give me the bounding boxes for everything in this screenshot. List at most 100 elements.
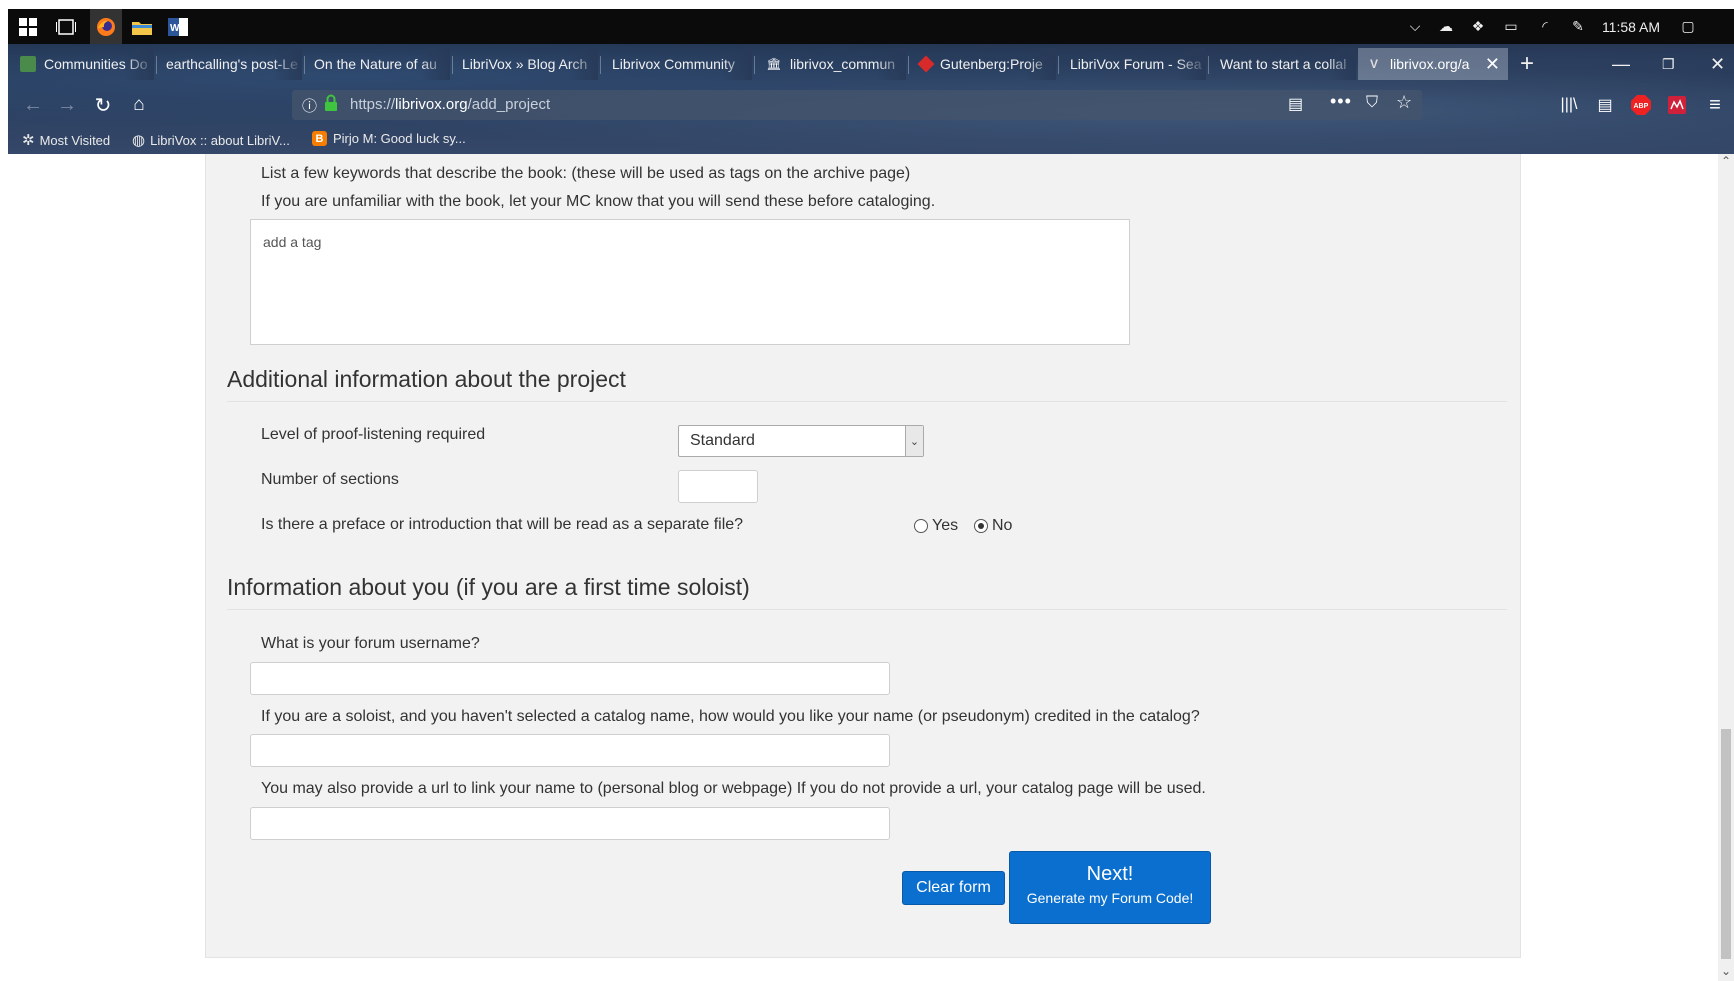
tab-forum-search[interactable]: LibriVox Forum - Sea: [1062, 48, 1206, 80]
tab-communities[interactable]: Communities Do: [12, 48, 154, 80]
screen: W ⌵ ☁ ❖ ▭ ◜ ✎ 11:58 AM ▢ Communities Do …: [0, 0, 1734, 981]
clock[interactable]: 11:58 AM: [1594, 19, 1668, 35]
chevron-down-icon[interactable]: ⌄: [905, 426, 923, 456]
notifications-icon[interactable]: ▢: [1668, 18, 1708, 35]
back-icon[interactable]: ←: [20, 92, 46, 118]
bookmark-most-visited[interactable]: ✲ Most Visited: [22, 131, 110, 149]
sections-input[interactable]: [678, 470, 758, 503]
tab-blog-archive[interactable]: LibriVox » Blog Arch: [454, 48, 598, 80]
section-heading-you: Information about you (if you are a firs…: [227, 574, 750, 600]
tab-gutenberg[interactable]: Gutenberg:Proje: [912, 48, 1056, 80]
username-label: What is your forum username?: [261, 635, 480, 652]
librivox-icon: V: [1369, 57, 1378, 71]
tab-label: librivox.org/a: [1390, 56, 1470, 72]
reader-view-icon[interactable]: ▤: [1288, 94, 1303, 114]
restore-icon[interactable]: ❐: [1654, 48, 1684, 80]
bookmark-pirjo[interactable]: B Pirjo M: Good luck sy...: [312, 131, 466, 146]
bookmark-librivox-about[interactable]: ◍ LibriVox :: about LibriV...: [132, 131, 290, 149]
url-label: You may also provide a url to link your …: [261, 780, 1206, 797]
sidebar-icon[interactable]: ▤: [1592, 92, 1618, 118]
keywords-instruction: List a few keywords that describe the bo…: [261, 165, 911, 182]
radio-circle[interactable]: [914, 519, 928, 533]
tab-nature[interactable]: On the Nature of au: [306, 48, 450, 80]
tab-earthcalling[interactable]: earthcalling's post-Le: [158, 48, 302, 80]
close-window-icon[interactable]: ✕: [1702, 48, 1732, 80]
proof-level-select[interactable]: Standard ⌄: [678, 425, 924, 457]
sections-label: Number of sections: [261, 471, 399, 488]
url-bar[interactable]: ⓘ https://librivox.org/add_project ▤ •••…: [292, 90, 1422, 120]
onedrive-icon[interactable]: ☁: [1430, 18, 1462, 35]
lock-icon[interactable]: [324, 94, 338, 112]
close-tab-icon[interactable]: ✕: [1485, 54, 1500, 75]
reload-icon[interactable]: ↻: [90, 92, 116, 118]
tab-archive-librivox[interactable]: 🏛 librivox_commun: [758, 48, 906, 80]
username-input[interactable]: [250, 662, 890, 695]
page-actions-icon[interactable]: •••: [1330, 91, 1352, 112]
credit-name-input[interactable]: [250, 734, 890, 767]
globe-icon: ◍: [132, 132, 146, 149]
url-domain: librivox.org: [395, 96, 468, 113]
dropbox-icon[interactable]: ❖: [1462, 18, 1494, 35]
next-button-sublabel: Generate my Forum Code!: [1026, 890, 1194, 906]
scroll-down-icon[interactable]: ⌄: [1721, 964, 1731, 978]
clear-form-button[interactable]: Clear form: [902, 871, 1005, 905]
page-scrollbar[interactable]: ⌃ ⌄: [1718, 154, 1734, 981]
adblock-icon[interactable]: ABP: [1628, 92, 1654, 118]
file-explorer-icon[interactable]: [130, 15, 154, 39]
pen-icon[interactable]: ✎: [1562, 18, 1594, 35]
bookmark-label: Pirjo M: Good luck sy...: [333, 131, 466, 146]
divider: [227, 609, 1507, 610]
next-button[interactable]: Next! Generate my Forum Code!: [1009, 851, 1211, 924]
radio-label-yes: Yes: [932, 517, 959, 534]
info-icon[interactable]: ⓘ: [302, 95, 317, 116]
home-icon[interactable]: ⌂: [126, 92, 152, 118]
word-icon[interactable]: W: [166, 15, 190, 39]
pocket-icon[interactable]: ⛉: [1366, 94, 1378, 112]
tag-placeholder: add a tag: [263, 234, 322, 250]
next-button-label: Next!: [1086, 863, 1134, 885]
minimize-icon[interactable]: —: [1604, 48, 1634, 80]
tab-librivox-community[interactable]: Librivox Community: [604, 48, 752, 80]
communities-icon: [20, 56, 36, 72]
scroll-thumb[interactable]: [1721, 729, 1731, 959]
url-text[interactable]: https://librivox.org/add_project: [350, 96, 550, 113]
url-path: /add_project: [467, 96, 551, 113]
archive-icon: 🏛: [766, 57, 782, 71]
url-scheme: https://: [350, 96, 396, 113]
preface-label: Is there a preface or introduction that …: [261, 516, 744, 533]
bookmark-label: LibriVox :: about LibriV...: [150, 132, 290, 148]
bookmark-star-icon[interactable]: ☆: [1396, 92, 1412, 113]
bookmarks-bar: ✲ Most Visited ◍ LibriVox :: about Libri…: [8, 126, 1734, 154]
personal-url-input[interactable]: [250, 807, 890, 840]
proof-selected-value: Standard: [690, 432, 755, 449]
gear-icon: ✲: [22, 132, 35, 149]
chevron-up-icon[interactable]: ⌵: [1400, 18, 1430, 35]
library-icon[interactable]: |||\: [1556, 92, 1582, 118]
credit-label: If you are a soloist, and you haven't se…: [261, 708, 1200, 725]
wifi-icon[interactable]: ◜: [1528, 18, 1562, 35]
windows-start-icon[interactable]: [16, 15, 40, 39]
tags-input[interactable]: add a tag: [250, 219, 1130, 345]
section-heading-additional: Additional information about the project: [227, 366, 626, 392]
tab-collaboration[interactable]: Want to start a collal: [1212, 48, 1356, 80]
new-tab-button[interactable]: +: [1514, 48, 1544, 80]
preface-no-radio[interactable]: No: [974, 517, 1012, 535]
tab-strip: Communities Do earthcalling's post-Le On…: [8, 44, 1734, 84]
firefox-icon[interactable]: [90, 9, 122, 44]
keywords-note: If you are unfamiliar with the book, let…: [261, 193, 936, 210]
radio-circle-selected[interactable]: [974, 519, 988, 533]
tab-add-project[interactable]: V librivox.org/a ✕: [1358, 48, 1508, 80]
divider: [227, 401, 1507, 402]
windows-taskbar: W ⌵ ☁ ❖ ▭ ◜ ✎ 11:58 AM ▢: [8, 9, 1734, 44]
battery-icon[interactable]: ▭: [1494, 18, 1528, 35]
menu-icon[interactable]: ≡: [1702, 92, 1728, 118]
page-content: List a few keywords that describe the bo…: [8, 154, 1718, 981]
svg-text:W: W: [170, 23, 180, 34]
gutenberg-icon: [917, 55, 935, 73]
task-view-icon[interactable]: [54, 15, 78, 39]
tab-label: Librivox Community: [612, 56, 735, 72]
extension-icon[interactable]: [1664, 92, 1690, 118]
preface-yes-radio[interactable]: Yes: [914, 517, 958, 535]
scroll-up-icon[interactable]: ⌃: [1721, 154, 1731, 168]
forward-icon[interactable]: →: [54, 92, 80, 118]
